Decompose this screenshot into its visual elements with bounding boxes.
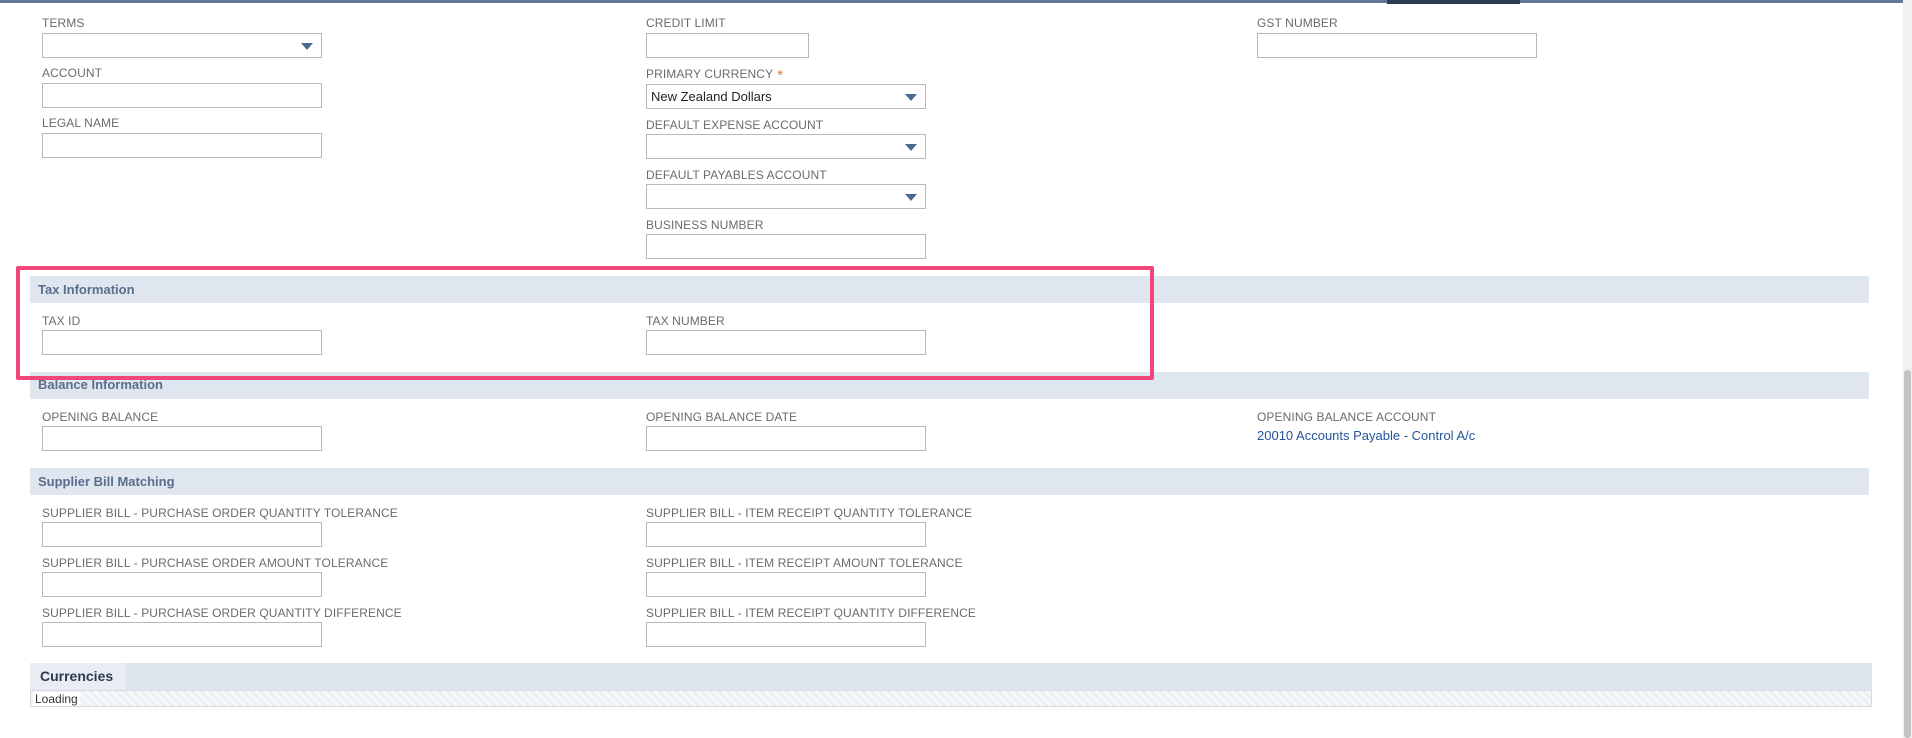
currencies-tab-bar: Currencies bbox=[30, 663, 1872, 690]
default-expense-account-field: DEFAULT EXPENSE ACCOUNT bbox=[646, 118, 823, 132]
gst-number-field: GST NUMBER bbox=[1257, 16, 1338, 30]
opening-balance-account-field: OPENING BALANCE ACCOUNT 20010 Accounts P… bbox=[1257, 410, 1475, 443]
top-accent-bar bbox=[0, 0, 1912, 3]
terms-label: TERMS bbox=[42, 16, 85, 30]
default-payables-account-label: DEFAULT PAYABLES ACCOUNT bbox=[646, 168, 827, 182]
tab-currencies[interactable]: Currencies bbox=[30, 663, 126, 690]
po-amount-tolerance-label: SUPPLIER BILL - PURCHASE ORDER AMOUNT TO… bbox=[42, 556, 389, 570]
terms-select[interactable] bbox=[42, 33, 322, 58]
account-field: ACCOUNT bbox=[42, 66, 102, 80]
vertical-scrollbar[interactable] bbox=[1903, 0, 1912, 738]
account-input[interactable] bbox=[42, 83, 322, 108]
ir-amount-tolerance-field: SUPPLIER BILL - ITEM RECEIPT AMOUNT TOLE… bbox=[646, 556, 963, 570]
scrollbar-thumb[interactable] bbox=[1904, 370, 1911, 738]
primary-currency-field: PRIMARY CURRENCY * bbox=[646, 67, 784, 84]
highlight-box bbox=[16, 266, 1154, 380]
caret-down-icon[interactable] bbox=[301, 43, 313, 50]
default-payables-account-select[interactable] bbox=[646, 184, 926, 209]
po-qty-tolerance-field: SUPPLIER BILL - PURCHASE ORDER QUANTITY … bbox=[42, 506, 398, 520]
default-expense-account-select[interactable] bbox=[646, 134, 926, 159]
primary-currency-select[interactable]: New Zealand Dollars bbox=[646, 84, 926, 109]
legal-name-input[interactable] bbox=[42, 133, 322, 158]
default-payables-account-field: DEFAULT PAYABLES ACCOUNT bbox=[646, 168, 827, 182]
po-amount-tolerance-input[interactable] bbox=[42, 572, 322, 597]
primary-currency-label: PRIMARY CURRENCY * bbox=[646, 67, 784, 84]
opening-balance-account-link[interactable]: 20010 Accounts Payable - Control A/c bbox=[1257, 428, 1475, 443]
ir-qty-tolerance-field: SUPPLIER BILL - ITEM RECEIPT QUANTITY TO… bbox=[646, 506, 972, 520]
credit-limit-label: CREDIT LIMIT bbox=[646, 16, 726, 30]
opening-balance-label: OPENING BALANCE bbox=[42, 410, 159, 424]
business-number-field: BUSINESS NUMBER bbox=[646, 218, 764, 232]
opening-balance-date-label: OPENING BALANCE DATE bbox=[646, 410, 798, 424]
required-asterisk: * bbox=[777, 67, 784, 84]
po-qty-tolerance-input[interactable] bbox=[42, 522, 322, 547]
ir-qty-tolerance-input[interactable] bbox=[646, 522, 926, 547]
section-title: Supplier Bill Matching bbox=[38, 474, 175, 489]
ir-qty-tolerance-label: SUPPLIER BILL - ITEM RECEIPT QUANTITY TO… bbox=[646, 506, 973, 520]
credit-limit-input[interactable] bbox=[646, 33, 809, 58]
opening-balance-date-field: OPENING BALANCE DATE bbox=[646, 410, 797, 424]
ir-qty-difference-input[interactable] bbox=[646, 622, 926, 647]
caret-down-icon[interactable] bbox=[905, 144, 917, 151]
po-amount-tolerance-field: SUPPLIER BILL - PURCHASE ORDER AMOUNT TO… bbox=[42, 556, 388, 570]
caret-down-icon[interactable] bbox=[905, 194, 917, 201]
credit-limit-field: CREDIT LIMIT bbox=[646, 16, 726, 30]
default-expense-account-label: DEFAULT EXPENSE ACCOUNT bbox=[646, 118, 824, 132]
ir-qty-difference-field: SUPPLIER BILL - ITEM RECEIPT QUANTITY DI… bbox=[646, 606, 976, 620]
ir-amount-tolerance-label: SUPPLIER BILL - ITEM RECEIPT AMOUNT TOLE… bbox=[646, 556, 963, 570]
account-label: ACCOUNT bbox=[42, 66, 103, 80]
active-tab-indicator bbox=[1387, 0, 1520, 4]
gst-number-label: GST NUMBER bbox=[1257, 16, 1338, 30]
business-number-input[interactable] bbox=[646, 234, 926, 259]
po-qty-difference-input[interactable] bbox=[42, 622, 322, 647]
business-number-label: BUSINESS NUMBER bbox=[646, 218, 764, 232]
opening-balance-date-input[interactable] bbox=[646, 426, 926, 451]
terms-field: TERMS bbox=[42, 16, 85, 30]
loading-status: Loading bbox=[33, 692, 80, 706]
primary-currency-value: New Zealand Dollars bbox=[651, 89, 772, 104]
legal-name-label: LEGAL NAME bbox=[42, 116, 120, 130]
opening-balance-input[interactable] bbox=[42, 426, 322, 451]
po-qty-difference-field: SUPPLIER BILL - PURCHASE ORDER QUANTITY … bbox=[42, 606, 402, 620]
gst-number-input[interactable] bbox=[1257, 33, 1537, 58]
supplier-bill-matching-header[interactable]: Supplier Bill Matching bbox=[30, 468, 1869, 495]
po-qty-tolerance-label: SUPPLIER BILL - PURCHASE ORDER QUANTITY … bbox=[42, 506, 398, 520]
opening-balance-field: OPENING BALANCE bbox=[42, 410, 158, 424]
loading-progress-bar: Loading bbox=[30, 690, 1872, 707]
legal-name-field: LEGAL NAME bbox=[42, 116, 119, 130]
opening-balance-account-label: OPENING BALANCE ACCOUNT bbox=[1257, 410, 1437, 424]
ir-qty-difference-label: SUPPLIER BILL - ITEM RECEIPT QUANTITY DI… bbox=[646, 606, 976, 620]
caret-down-icon[interactable] bbox=[905, 94, 917, 101]
po-qty-difference-label: SUPPLIER BILL - PURCHASE ORDER QUANTITY … bbox=[42, 606, 402, 620]
ir-amount-tolerance-input[interactable] bbox=[646, 572, 926, 597]
